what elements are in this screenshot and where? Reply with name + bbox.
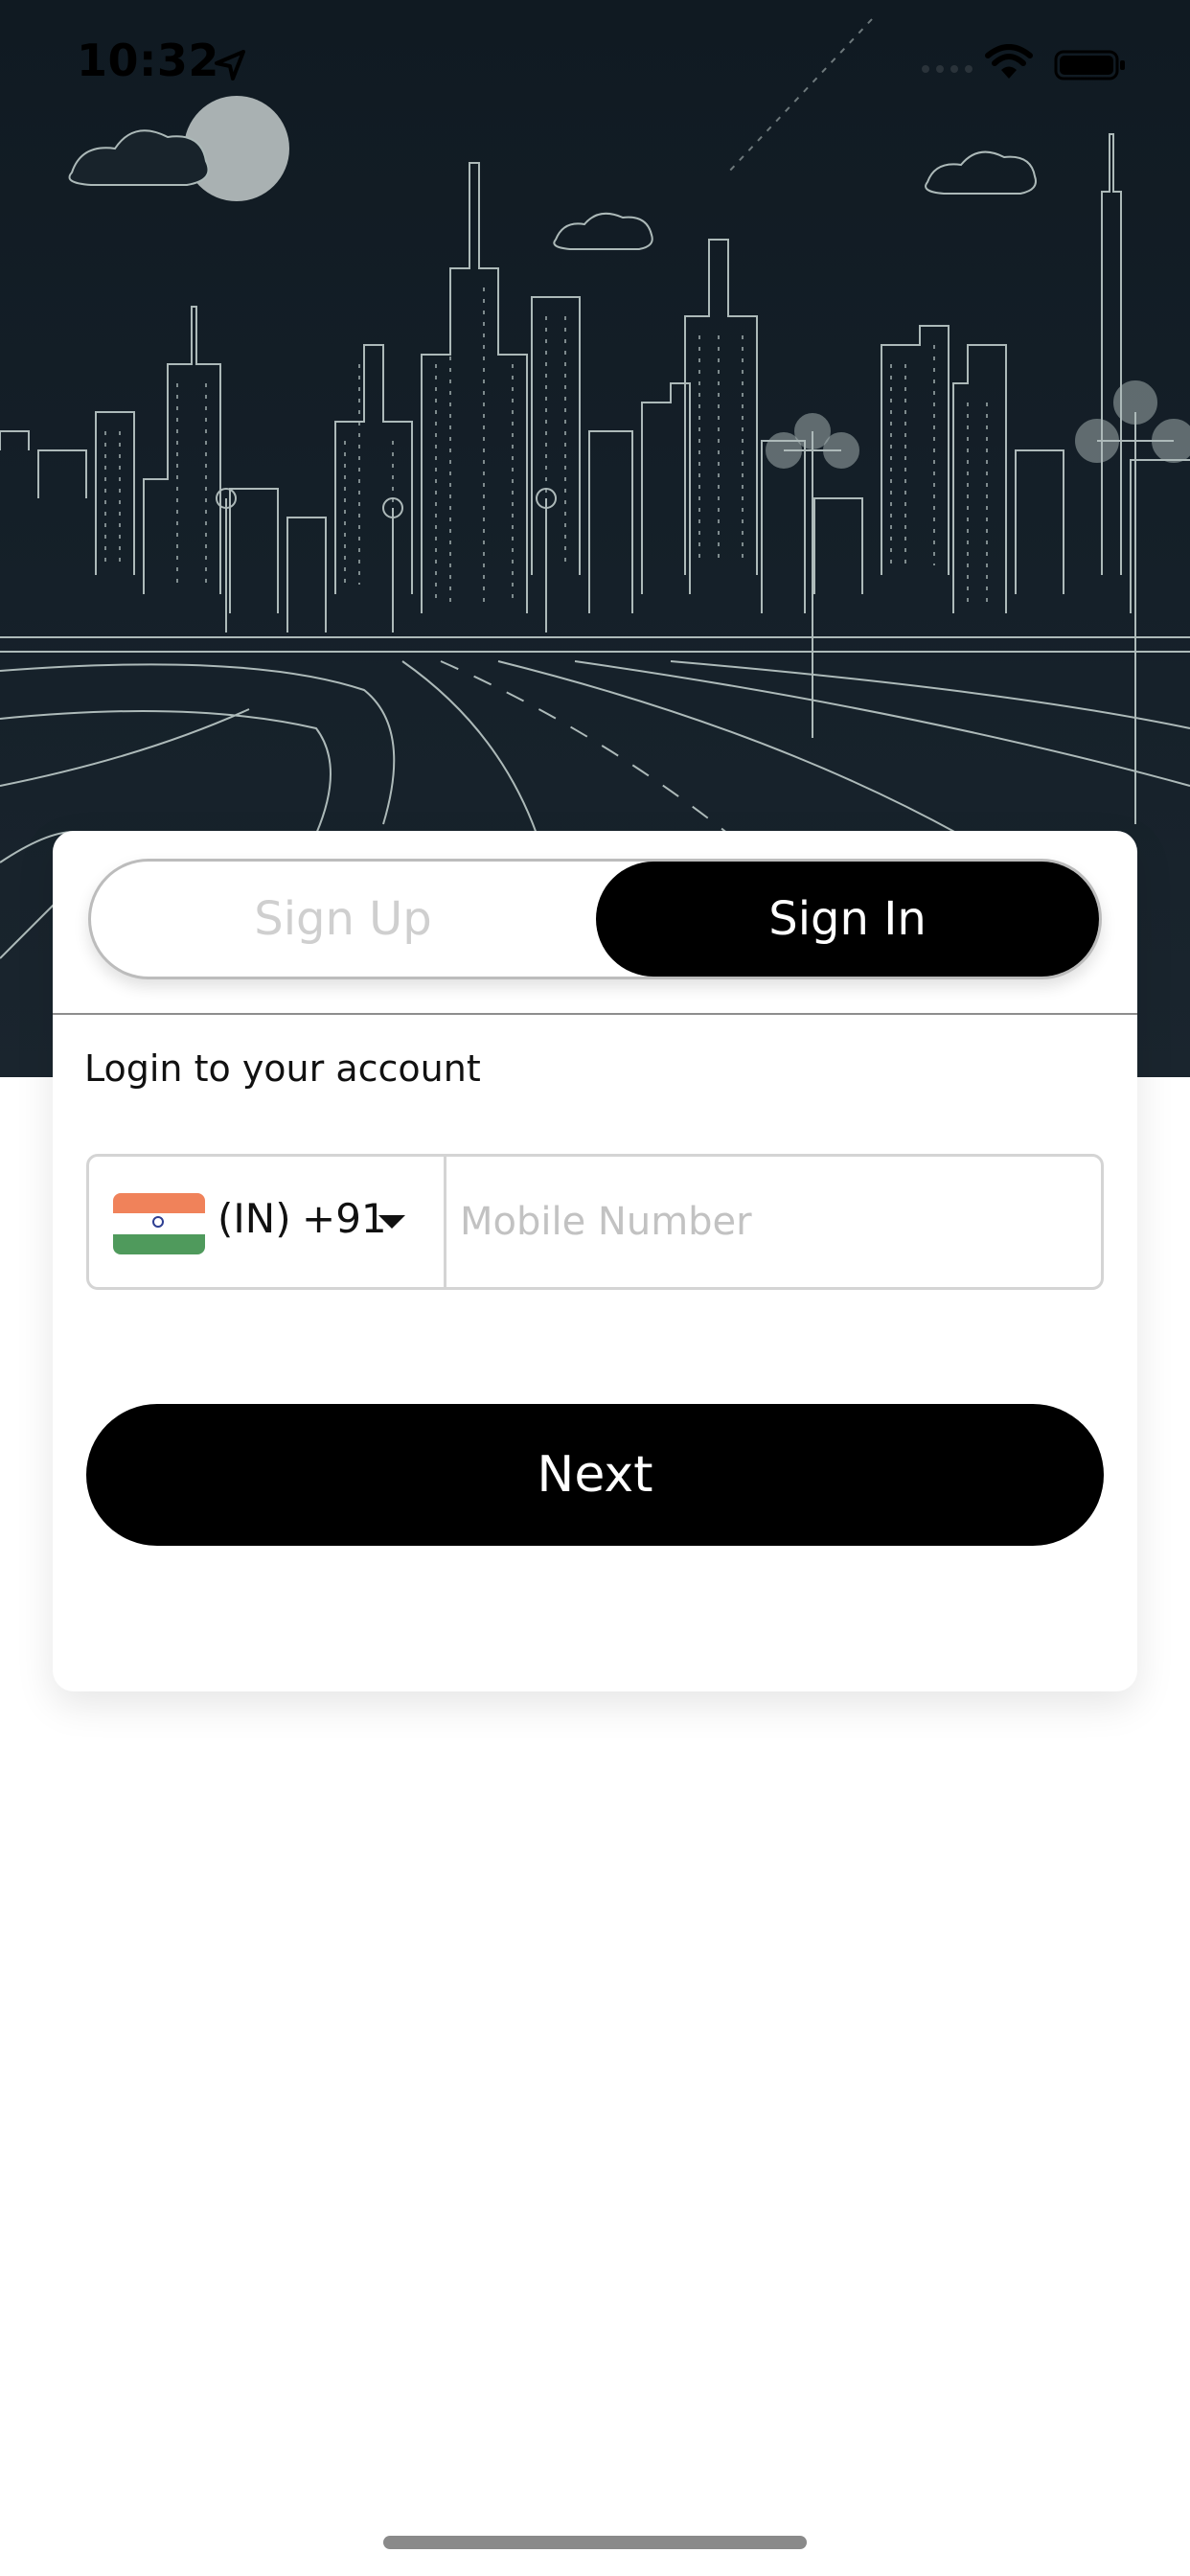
next-button[interactable]: Next: [86, 1404, 1104, 1546]
home-indicator: [383, 2536, 807, 2549]
status-time: 10:32: [77, 34, 219, 86]
divider: [53, 1013, 1137, 1015]
login-title: Login to your account: [84, 1047, 481, 1090]
dial-code: +91: [302, 1195, 387, 1242]
wifi-icon: [985, 44, 1033, 79]
login-screen: 10:32 Sign Up Sign In Login to your acco…: [0, 0, 1190, 2576]
auth-toggle: Sign Up Sign In: [88, 859, 1102, 979]
chevron-down-icon: [378, 1215, 405, 1229]
country-code-picker[interactable]: (IN) +91: [89, 1157, 444, 1287]
signal-icon: [922, 65, 973, 73]
status-bar: 10:32: [0, 0, 1190, 126]
battery-icon: [1054, 50, 1125, 80]
field-divider: [444, 1157, 446, 1287]
tab-sign-in[interactable]: Sign In: [596, 862, 1099, 977]
tab-sign-up[interactable]: Sign Up: [91, 862, 595, 977]
location-arrow-icon: [215, 50, 245, 80]
auth-card: Sign Up Sign In Login to your account (I…: [53, 831, 1137, 1691]
phone-number-field: (IN) +91: [86, 1154, 1104, 1290]
country-code: (IN): [217, 1195, 291, 1242]
mobile-number-input[interactable]: [448, 1157, 1100, 1287]
india-flag-icon: [113, 1193, 205, 1254]
